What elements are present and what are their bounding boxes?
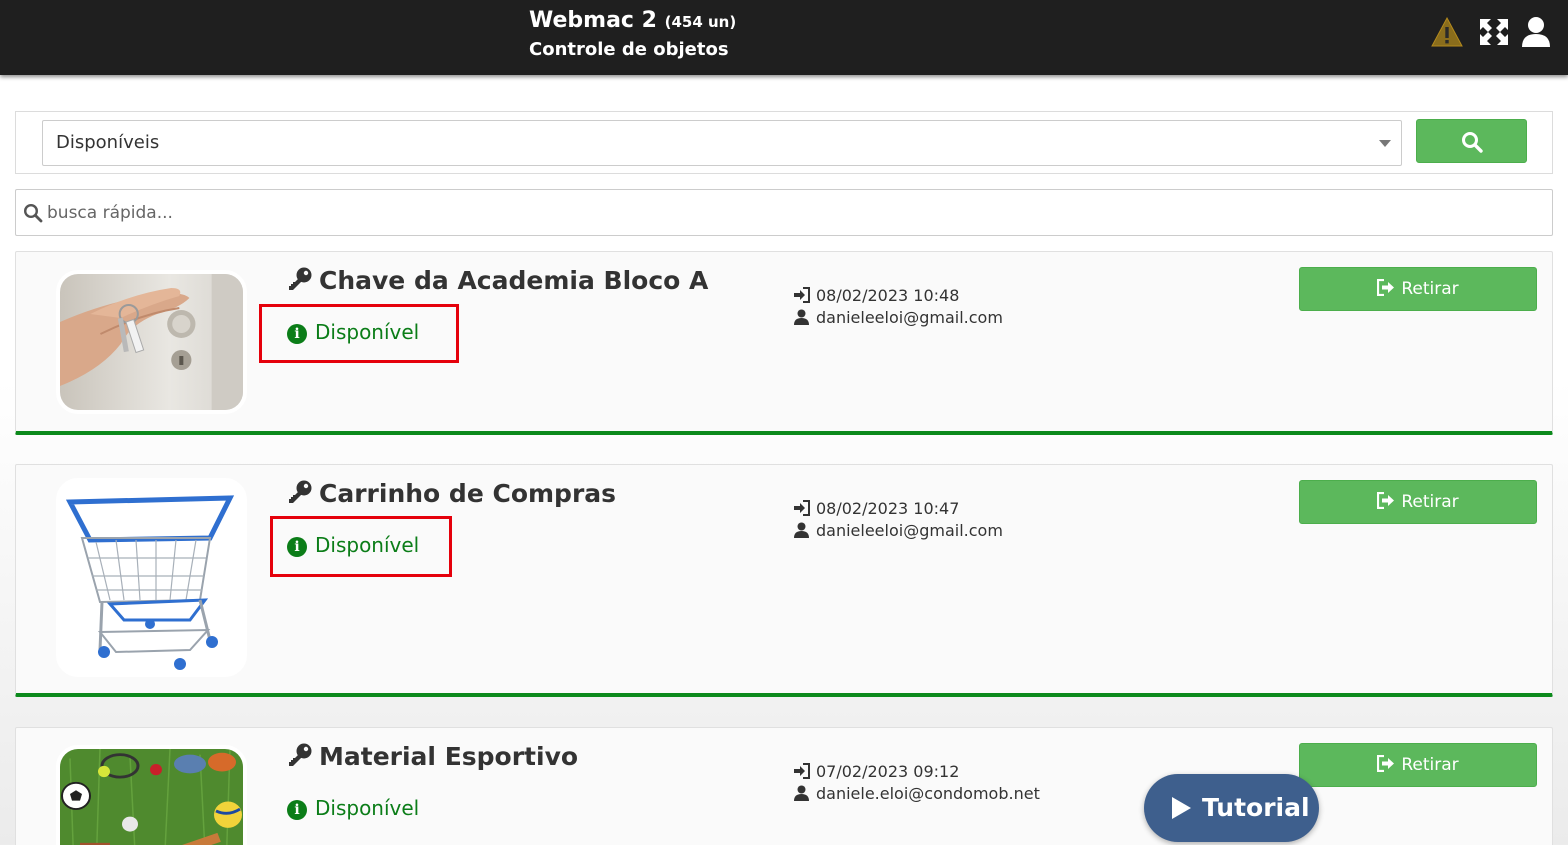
sign-in-icon bbox=[794, 500, 810, 516]
quick-search bbox=[15, 189, 1553, 236]
info-icon: i bbox=[287, 800, 307, 820]
item-date: 07/02/2023 09:12 bbox=[816, 762, 960, 781]
status-text: Disponível bbox=[315, 796, 420, 820]
item-date-row: 07/02/2023 09:12 bbox=[793, 761, 1040, 783]
item-title: Carrinho de Compras bbox=[287, 479, 616, 508]
item-user-row: daniele.eloi@condomob.net bbox=[793, 783, 1040, 805]
quick-search-input[interactable] bbox=[47, 196, 1537, 230]
retirar-label: Retirar bbox=[1401, 492, 1459, 512]
item-meta: 07/02/2023 09:12 daniele.eloi@condomob.n… bbox=[793, 761, 1040, 805]
item-date-row: 08/02/2023 10:48 bbox=[793, 285, 1003, 307]
title-block: Webmac 2 (454 un) Controle de objetos bbox=[529, 6, 736, 63]
item-title-text: Chave da Academia Bloco A bbox=[319, 266, 709, 295]
expand-icon[interactable] bbox=[1478, 15, 1510, 49]
item-meta: 08/02/2023 10:48 danieleeloi@gmail.com bbox=[793, 285, 1003, 329]
item-date-row: 08/02/2023 10:47 bbox=[793, 498, 1003, 520]
search-button[interactable] bbox=[1416, 119, 1527, 163]
item-image-keys bbox=[56, 270, 247, 414]
status-select[interactable]: Disponíveis bbox=[42, 120, 1402, 166]
highlight-box bbox=[270, 516, 452, 577]
list-item: Carrinho de Compras i Disponível 08/02/20… bbox=[15, 464, 1553, 697]
item-title: Chave da Academia Bloco A bbox=[287, 266, 708, 295]
tutorial-label: Tutorial bbox=[1202, 793, 1310, 822]
app-title: Webmac 2 (454 un) bbox=[529, 6, 736, 37]
item-meta: 08/02/2023 10:47 danieleeloi@gmail.com bbox=[793, 498, 1003, 542]
tutorial-button[interactable]: Tutorial bbox=[1144, 774, 1319, 842]
item-user: danieleeloi@gmail.com bbox=[816, 521, 1003, 540]
list-item: Material Esportivo i Disponível 07/02/202… bbox=[15, 727, 1553, 845]
top-bar: Webmac 2 (454 un) Controle de objetos bbox=[0, 0, 1568, 75]
sign-in-icon bbox=[794, 763, 810, 779]
item-title-text: Material Esportivo bbox=[319, 742, 579, 771]
play-icon bbox=[1172, 797, 1191, 819]
item-title-text: Carrinho de Compras bbox=[319, 479, 617, 508]
app-name: Webmac 2 bbox=[529, 8, 657, 33]
chevron-down-icon bbox=[1379, 140, 1391, 147]
user-icon[interactable] bbox=[1520, 15, 1552, 49]
status-badge: i Disponível bbox=[287, 796, 419, 820]
sign-in-icon bbox=[794, 287, 810, 303]
key-icon bbox=[289, 743, 312, 766]
status-select-value: Disponíveis bbox=[56, 132, 160, 153]
item-user: danieleeloi@gmail.com bbox=[816, 308, 1003, 327]
search-icon bbox=[1462, 132, 1483, 153]
user-icon bbox=[794, 309, 809, 325]
key-icon bbox=[289, 267, 312, 290]
item-date: 08/02/2023 10:47 bbox=[816, 499, 960, 518]
warning-icon[interactable] bbox=[1431, 15, 1463, 49]
search-icon bbox=[23, 203, 43, 223]
item-user: daniele.eloi@condomob.net bbox=[816, 784, 1040, 803]
item-title: Material Esportivo bbox=[287, 742, 578, 771]
filter-panel: Disponíveis bbox=[15, 111, 1553, 174]
retirar-label: Retirar bbox=[1401, 279, 1459, 299]
item-image-cart bbox=[56, 478, 247, 677]
key-icon bbox=[289, 480, 312, 503]
item-date: 08/02/2023 10:48 bbox=[816, 286, 960, 305]
user-icon bbox=[794, 785, 809, 801]
user-icon bbox=[794, 522, 809, 538]
list-item: Chave da Academia Bloco A i Disponível 08… bbox=[15, 251, 1553, 435]
retirar-button[interactable]: Retirar bbox=[1299, 743, 1537, 787]
sign-out-icon bbox=[1377, 492, 1395, 509]
retirar-label: Retirar bbox=[1401, 755, 1459, 775]
item-image-sports bbox=[56, 745, 247, 845]
sign-out-icon bbox=[1377, 279, 1395, 296]
object-count: (454 un) bbox=[664, 13, 737, 31]
highlight-box bbox=[259, 304, 459, 363]
item-user-row: danieleeloi@gmail.com bbox=[793, 520, 1003, 542]
retirar-button[interactable]: Retirar bbox=[1299, 267, 1537, 311]
item-user-row: danieleeloi@gmail.com bbox=[793, 307, 1003, 329]
sign-out-icon bbox=[1377, 755, 1395, 772]
retirar-button[interactable]: Retirar bbox=[1299, 480, 1537, 524]
page-subtitle: Controle de objetos bbox=[529, 39, 729, 60]
